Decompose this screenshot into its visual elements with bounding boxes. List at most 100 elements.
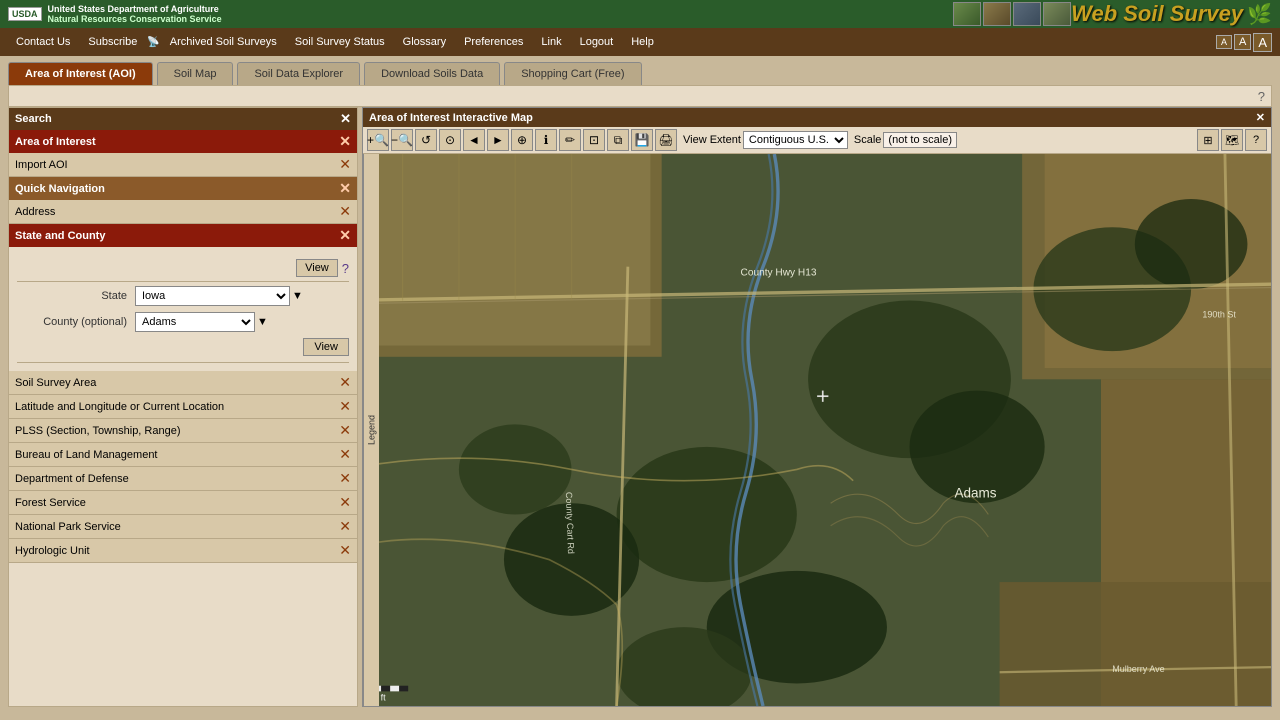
wss-branding: Web Soil Survey 🌿 [949,1,1272,27]
aoi-close-icon[interactable]: ✕ [339,133,351,150]
address-item[interactable]: Address ✕ [9,200,357,224]
nav-item-dod[interactable]: Department of Defense ✕ [9,467,357,491]
svg-text:500 ft: 500 ft [379,692,386,702]
nps-close-icon[interactable]: ✕ [339,518,351,535]
view-button-bottom[interactable]: View [303,338,349,356]
infobar: ? [8,85,1272,107]
dod-close-icon[interactable]: ✕ [339,470,351,487]
select-btn[interactable]: ⊡ [583,129,605,151]
view-row-top: View ? [17,255,349,282]
wss-icon: 🌿 [1247,2,1272,27]
import-aoi-close-icon[interactable]: ✕ [339,156,351,173]
search-header: Search ✕ [9,108,357,130]
usda-logo: USDA [8,7,42,21]
font-medium-btn[interactable]: A [1234,34,1251,50]
nav-item-soil-survey[interactable]: Soil Survey Area ✕ [9,371,357,395]
search-close-icon[interactable]: ✕ [340,111,351,127]
soil-survey-close-icon[interactable]: ✕ [339,374,351,391]
nav-preferences[interactable]: Preferences [456,34,531,50]
zoom-in-btn[interactable]: +🔍 [367,129,389,151]
lat-long-label: Latitude and Longitude or Current Locati… [15,401,224,413]
nav-item-nps[interactable]: National Park Service ✕ [9,515,357,539]
nav-contact-us[interactable]: Contact Us [8,34,78,50]
state-county-header: State and County ✕ [9,224,357,247]
import-aoi-label: Import AOI [15,159,68,171]
plss-label: PLSS (Section, Township, Range) [15,425,181,437]
save-btn[interactable]: 💾 [631,129,653,151]
main-content: Search ✕ Area of Interest ✕ Import AOI ✕… [8,107,1272,707]
nav-glossary[interactable]: Glossary [395,34,454,50]
view-extent-select[interactable]: Contiguous U.S. [743,131,848,149]
county-select[interactable]: Adams [135,312,255,332]
svg-text:190th St: 190th St [1202,309,1236,319]
state-county-label: State and County [15,230,105,242]
nav-item-lat-long[interactable]: Latitude and Longitude or Current Locati… [9,395,357,419]
map-help-btn[interactable]: ? [1245,129,1267,151]
state-county-close-icon[interactable]: ✕ [339,227,351,244]
map-icons-right: ⊞ 🗺 ? [1197,129,1267,151]
nav-help[interactable]: Help [623,34,662,50]
pan-right-btn[interactable]: ► [487,129,509,151]
import-aoi-item[interactable]: Import AOI ✕ [9,153,357,177]
rss-icon: 📡 [147,35,159,50]
lat-long-close-icon[interactable]: ✕ [339,398,351,415]
map-close-icon[interactable]: ✕ [1256,111,1265,124]
map-content: Legend [363,154,1271,706]
draw-btn[interactable]: ✏ [559,129,581,151]
copy-btn[interactable]: ⧉ [607,129,629,151]
state-label: State [17,290,127,302]
quick-nav-close-icon[interactable]: ✕ [339,180,351,197]
hydro-label: Hydrologic Unit [15,545,90,557]
blm-label: Bureau of Land Management [15,449,158,461]
nav-item-blm[interactable]: Bureau of Land Management ✕ [9,443,357,467]
nav-archived[interactable]: Archived Soil Surveys [162,34,285,50]
thumb4 [1043,2,1071,26]
blm-close-icon[interactable]: ✕ [339,446,351,463]
map-area[interactable]: County Hwy H13 190th St County Cart Rd M… [379,154,1271,706]
county-row: County (optional) Adams ▼ [17,312,349,332]
nav-status[interactable]: Soil Survey Status [287,34,393,50]
nav-item-hydro[interactable]: Hydrologic Unit ✕ [9,539,357,563]
map-toolbar: +🔍 −🔍 ↺ ⊙ ◄ ► ⊕ ℹ ✏ ⊡ ⧉ 💾 🖨 View Extent … [363,127,1271,154]
nav-link[interactable]: Link [533,34,569,50]
plss-close-icon[interactable]: ✕ [339,422,351,439]
grid-view-btn[interactable]: ⊞ [1197,129,1219,151]
nav-item-plss[interactable]: PLSS (Section, Township, Range) ✕ [9,419,357,443]
hydro-close-icon[interactable]: ✕ [339,542,351,559]
address-close-icon[interactable]: ✕ [339,203,351,220]
target-btn[interactable]: ⊙ [439,129,461,151]
nav-logout[interactable]: Logout [572,34,622,50]
map-title: Area of Interest Interactive Map [369,112,533,124]
view-row-bottom: View [17,338,349,363]
soil-survey-label: Soil Survey Area [15,377,96,389]
print-btn[interactable]: 🖨 [655,129,677,151]
state-county-form: View ? State Iowa ▼ County (optional) Ad… [9,247,357,371]
nav-subscribe[interactable]: Subscribe [80,34,145,50]
layers-btn[interactable]: 🗺 [1221,129,1243,151]
forest-close-icon[interactable]: ✕ [339,494,351,511]
tab-cart[interactable]: Shopping Cart (Free) [504,62,641,85]
font-small-btn[interactable]: A [1216,35,1232,49]
form-help-icon[interactable]: ? [342,261,349,276]
nps-label: National Park Service [15,521,121,533]
info-btn[interactable]: ℹ [535,129,557,151]
state-select[interactable]: Iowa [135,286,290,306]
legend-strip: Legend [363,154,379,706]
infobar-help-icon[interactable]: ? [1258,89,1265,104]
svg-text:Mulberry Ave: Mulberry Ave [1112,664,1164,674]
view-extent-label: View Extent [683,134,741,146]
tab-data-explorer[interactable]: Soil Data Explorer [237,62,360,85]
refresh-btn[interactable]: ↺ [415,129,437,151]
header: USDA United States Department of Agricul… [0,0,1280,28]
font-large-btn[interactable]: A [1253,33,1272,52]
view-button-top[interactable]: View [296,259,338,277]
tab-aoi[interactable]: Area of Interest (AOI) [8,62,153,85]
add-btn[interactable]: ⊕ [511,129,533,151]
pan-left-btn[interactable]: ◄ [463,129,485,151]
nav-item-forest[interactable]: Forest Service ✕ [9,491,357,515]
tab-download[interactable]: Download Soils Data [364,62,500,85]
zoom-out-btn[interactable]: −🔍 [391,129,413,151]
navbar: Contact Us Subscribe 📡 Archived Soil Sur… [0,28,1280,56]
tab-soil-map[interactable]: Soil Map [157,62,234,85]
search-label: Search [15,113,52,125]
